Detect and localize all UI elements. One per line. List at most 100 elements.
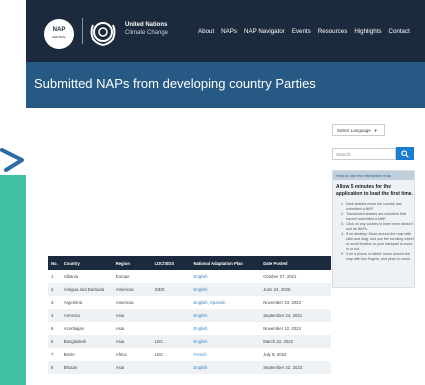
cell-country: Azerbaijan <box>63 326 85 331</box>
cell-country: Bangladesh <box>60 335 113 348</box>
cell-no: 6 <box>48 335 61 348</box>
cell-region: Europe <box>115 274 130 279</box>
cell-no: 8 <box>48 361 61 374</box>
cell-region: Asia <box>112 335 152 348</box>
help-item: 5. If on a phone or tablet: move around t… <box>341 252 412 261</box>
table-row: 1 Albania Europe English October 27, 202… <box>48 270 331 283</box>
cell-no: 5 <box>51 326 54 331</box>
cell-date: July 9, 2022 <box>263 352 287 357</box>
help-item: 1. Dark shades mean the country has submi… <box>341 202 402 211</box>
col-date-posted[interactable]: Date Posted <box>260 256 331 270</box>
map-help-panel: How to use the interactive map Allow 5 m… <box>332 170 415 288</box>
nap-logo-subtext: CENTRAL <box>51 35 66 39</box>
cell-country: Argentina <box>63 300 83 305</box>
nav-about[interactable]: About <box>198 28 214 35</box>
cell-date: September 22, 2023 <box>260 361 331 374</box>
language-select[interactable]: Select Language ▾ <box>332 124 385 136</box>
cell-country: Antigua and Barbuda <box>60 283 113 296</box>
col-region[interactable]: Region <box>112 256 152 270</box>
nav-nap-navigator[interactable]: NAP Navigator <box>244 28 285 35</box>
cell-date: September 24, 2021 <box>260 309 331 322</box>
table-row: 3 Argentina Americas English, Spanish No… <box>48 296 331 309</box>
help-item: 4. If on desktop: Move around the map wit… <box>341 232 414 251</box>
help-item: 3. Click on any country to learn more abo… <box>341 222 414 231</box>
cell-ldc-sids <box>152 270 191 283</box>
nap-link[interactable]: English <box>190 361 261 374</box>
search-button[interactable] <box>396 147 414 160</box>
cell-no: 1 <box>51 274 54 279</box>
cell-region: Americas <box>115 300 134 305</box>
cell-country: Albania <box>63 274 79 279</box>
nav-highlights[interactable]: Highlights <box>354 28 381 35</box>
nav-naps[interactable]: NAPs <box>221 28 237 35</box>
cell-no: 4 <box>48 309 61 322</box>
page-banner: Submitted NAPs from developing country P… <box>26 62 425 108</box>
col-country[interactable]: Country <box>60 256 113 270</box>
search-icon <box>401 150 409 158</box>
nap-logo-text: NAP <box>52 27 66 33</box>
help-list: 1. Dark shades mean the country has submi… <box>336 202 414 262</box>
table-row: 8 Bhutan Asia English September 22, 2023 <box>48 361 331 374</box>
naps-table: No. Country Region LDC/SIDS National Ada… <box>48 256 331 374</box>
table-row: 2 Antigua and Barbuda Americas SIDS Engl… <box>48 283 331 296</box>
cell-date: November 12, 2024 <box>263 326 301 331</box>
nav-events[interactable]: Events <box>292 28 311 35</box>
cell-no: 2 <box>48 283 61 296</box>
org-name: United Nations <box>125 22 168 28</box>
org-subtitle: Climate Change <box>125 30 169 36</box>
cell-country: Armenia <box>60 309 113 322</box>
cell-region: Asia <box>115 326 125 331</box>
cell-region: Africa <box>115 352 127 357</box>
nap-link[interactable]: English, Spanish <box>190 296 260 309</box>
cell-country: Benin <box>63 352 75 357</box>
table-header-row: No. Country Region LDC/SIDS National Ada… <box>48 256 331 270</box>
cell-date: October 27, 2021 <box>263 274 297 279</box>
cell-region: Asia <box>112 361 152 374</box>
table-row: 4 Armenia Asia English September 24, 202… <box>48 309 331 322</box>
cell-region: Asia <box>112 309 152 322</box>
cell-ldc-sids: SIDS <box>151 283 191 296</box>
help-item: 2. Translucent shades are countries that … <box>341 212 406 221</box>
arrow-right-icon <box>0 148 24 172</box>
cell-date: June 24, 2025 <box>260 283 331 296</box>
search-input[interactable]: Search <box>332 148 396 160</box>
nap-link[interactable]: French <box>190 348 260 361</box>
table-row: 7 Benin Africa LDC French July 9, 2022 <box>48 348 331 361</box>
cell-ldc-sids: LDC <box>151 335 191 348</box>
site-header: NAP CENTRAL United Nations Climate Chang… <box>26 0 425 62</box>
nav-contact[interactable]: Contact <box>388 28 409 35</box>
page-title: Submitted NAPs from developing country P… <box>34 76 316 91</box>
nap-link[interactable]: English <box>190 335 261 348</box>
nap-link[interactable]: English <box>190 309 261 322</box>
nap-link[interactable]: English <box>190 270 260 283</box>
cell-ldc-sids <box>151 309 191 322</box>
table-row: 5 Azerbaijan Asia English November 12, 2… <box>48 322 331 335</box>
cell-ldc-sids <box>152 322 191 335</box>
nap-link[interactable]: English <box>190 322 260 335</box>
main-nav: About NAPs NAP Navigator Events Resource… <box>198 28 410 35</box>
nap-link[interactable]: English <box>190 283 261 296</box>
cell-country: Bhutan <box>60 361 113 374</box>
cell-date: March 22, 2022 <box>260 335 331 348</box>
nap-central-logo[interactable]: NAP CENTRAL <box>44 19 74 49</box>
help-load-note: Allow 5 minutes for the application to l… <box>336 184 413 197</box>
col-ldc-sids[interactable]: LDC/SIDS <box>151 256 191 270</box>
cell-region: Americas <box>112 283 152 296</box>
dropdown-arrow-icon: ▾ <box>372 128 377 133</box>
cell-ldc-sids: LDC <box>154 352 164 357</box>
search-placeholder: Search <box>336 152 351 157</box>
logo-divider <box>82 18 83 44</box>
col-no[interactable]: No. <box>48 256 61 270</box>
cell-ldc-sids <box>151 361 191 374</box>
teal-decoration <box>0 175 26 385</box>
cell-ldc-sids <box>152 296 191 309</box>
cell-date: November 23, 2023 <box>263 300 301 305</box>
cell-no: 7 <box>51 352 54 357</box>
cell-no: 3 <box>51 300 54 305</box>
website: NAP CENTRAL United Nations Climate Chang… <box>26 0 425 385</box>
col-nap[interactable]: National Adaptation Plan <box>190 256 261 270</box>
help-header: How to use the interactive map <box>333 171 414 180</box>
nav-resources[interactable]: Resources <box>318 28 348 35</box>
language-select-label: Select Language <box>337 128 371 133</box>
un-emblem-icon[interactable] <box>88 17 118 47</box>
